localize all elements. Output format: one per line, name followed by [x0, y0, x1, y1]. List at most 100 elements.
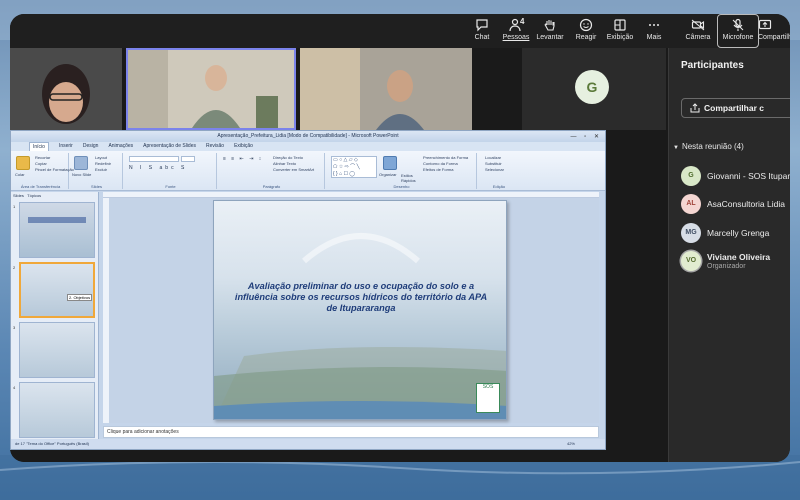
thumb-number: 3 [13, 325, 16, 330]
person-video-image [300, 48, 472, 130]
tab-inserir[interactable]: Inserir [59, 142, 73, 151]
logo-text: SOS [482, 384, 494, 390]
participant-video-tile[interactable] [300, 48, 472, 130]
participant-name: Giovanni - SOS Itupara [707, 171, 790, 181]
tab-topicos[interactable]: Tópicos [27, 193, 41, 198]
microphone-label: Microfone [722, 34, 754, 41]
paste-label: Colar [15, 172, 25, 177]
slide-canvas: Avaliação preliminar do uso e ocupação d… [109, 198, 599, 423]
slide-thumbnail[interactable] [19, 322, 95, 378]
participant-role: Organizador [707, 263, 746, 270]
smartart-button[interactable]: Converter em SmartArt [271, 167, 314, 173]
ppt-status-bar: de 17 "Tema do Office" Português (Brasil… [11, 439, 605, 449]
camera-button[interactable]: Câmera [678, 15, 718, 47]
avatar: VO [681, 251, 701, 271]
slide-title: Avaliação preliminar do uso e ocupação d… [234, 281, 488, 313]
ppt-ribbon-tabs: Início Inserir Design Animações Apresent… [11, 142, 605, 151]
tab-design[interactable]: Design [83, 142, 99, 151]
slide-thumbnail[interactable] [19, 382, 95, 438]
participant-video-tile[interactable] [10, 48, 122, 130]
avatar: AL [681, 194, 701, 214]
raise-hand-button[interactable]: Levantar [530, 15, 570, 47]
arrange-icon[interactable] [383, 156, 397, 170]
font-format-icons[interactable]: N I S abc S [129, 165, 187, 171]
thumbnail-tabs: Slides Tópicos [11, 192, 98, 200]
sos-logo: SOS [476, 383, 500, 413]
font-group: N I S abc S Fonte [125, 153, 217, 189]
notes-field[interactable]: Clique para adicionar anotações [103, 426, 599, 438]
editing-group: Localizar Substituir Selecionar Edição [479, 153, 519, 189]
delete-button[interactable]: Excluir [93, 167, 111, 173]
slide-thumbnail-selected[interactable]: 2. Objetivos [19, 262, 95, 318]
drawing-group-label: Desenho [393, 184, 410, 189]
ppt-ribbon: Colar Recortar Copiar Pincel de Formataç… [11, 151, 605, 191]
share-invite-button[interactable]: Compartilhar c [681, 98, 790, 118]
share-invite-label: Compartilhar c [704, 103, 764, 113]
new-slide-label: Novo Slide [72, 172, 92, 177]
paragraph-list-icons[interactable]: ≡ ≡ ⇤ ⇥ ↕ [223, 156, 263, 162]
format-painter-button[interactable]: Pincel de Formatação [33, 167, 74, 173]
avatar: G [681, 166, 701, 186]
tab-revisao[interactable]: Revisão [206, 142, 224, 151]
shared-powerpoint-window: Apresentação_Prefeitura_Lidia [Modo de C… [10, 130, 606, 450]
ppt-title-bar: Apresentação_Prefeitura_Lidia [Modo de C… [11, 131, 605, 142]
zoom-level[interactable]: 42% [567, 439, 575, 449]
select-button[interactable]: Selecionar [483, 167, 504, 173]
more-button[interactable]: Mais [634, 15, 674, 47]
people-count-badge: 4 [520, 17, 525, 26]
hand-icon [530, 16, 570, 34]
participant-name: Marcelly Grenga [707, 228, 770, 238]
person-video-image [10, 48, 122, 130]
font-size-select[interactable] [181, 156, 195, 162]
meeting-toolbar: Chat 4 Pessoas Levantar Reagir Exibição … [10, 14, 790, 48]
share-icon [690, 103, 700, 113]
tab-slides[interactable]: Slides [13, 193, 24, 198]
clipboard-group-label: Área de Transferência [20, 184, 61, 189]
paragraph-group: ≡ ≡ ⇤ ⇥ ↕ Direção do Texto Alinhar Texto… [219, 153, 325, 189]
more-label: Mais [646, 34, 662, 41]
font-group-label: Fonte [165, 184, 176, 189]
slide-thumbnails-pane: Slides Tópicos 1 2 2. Objetivos 3 4 [11, 192, 99, 439]
tab-animacoes[interactable]: Animações [108, 142, 133, 151]
raise-hand-label: Levantar [536, 34, 564, 41]
font-family-select[interactable] [129, 156, 179, 162]
person-video-image [128, 50, 294, 128]
more-icon [634, 16, 674, 34]
meeting-stage: G Apresentação_Prefeitura_Lidia [Modo de… [10, 48, 668, 462]
share-screen-icon [758, 16, 790, 34]
microphone-button[interactable]: Microfone [717, 14, 759, 48]
new-slide-icon[interactable] [74, 156, 88, 170]
tab-apresentacao[interactable]: Apresentação de Slides [143, 142, 196, 151]
drawing-group: ▭ ○ △ ▱ ◇ ⬠ ☆ ⇨ ⌒ ╲{ } ⌂ ☐ ◯ Organizar Es… [327, 153, 477, 189]
participant-row[interactable]: VO Viviane Oliveira Organizador [681, 251, 790, 273]
participant-row[interactable]: MG Marcelly Grenga [681, 223, 790, 245]
arrange-label: Organizar [379, 172, 397, 177]
camera-off-icon [678, 16, 718, 34]
in-meeting-section[interactable]: ▼ Nesta reunião (4) [673, 142, 744, 151]
share-screen-button[interactable]: Compartilhar [758, 15, 790, 47]
slide-thumbnail[interactable] [19, 202, 95, 258]
status-text: de 17 "Tema do Office" Português (Brasil… [15, 441, 89, 446]
participant-row[interactable]: AL AsaConsultoria Lidia [681, 194, 790, 216]
shapes-gallery[interactable]: ▭ ○ △ ▱ ◇ ⬠ ☆ ⇨ ⌒ ╲{ } ⌂ ☐ ◯ [331, 156, 377, 178]
current-slide[interactable]: Avaliação preliminar do uso e ocupação d… [213, 200, 507, 420]
participant-row[interactable]: G Giovanni - SOS Itupara [681, 166, 790, 188]
ppt-window-title: Apresentação_Prefeitura_Lidia [Modo de C… [217, 133, 399, 139]
camera-label: Câmera [685, 34, 711, 41]
shape-effects-button[interactable]: Efeitos de Forma [421, 167, 468, 173]
quick-styles-label: Estilos Rápidos [401, 173, 416, 183]
section-label: Nesta reunião (4) [681, 142, 744, 151]
tab-inicio[interactable]: Início [29, 142, 49, 151]
window-controls-icon: — ▫ ✕ [570, 134, 602, 140]
participants-panel: Participantes Compartilhar c ▼ Nesta reun… [668, 48, 790, 462]
ppt-workspace: Slides Tópicos 1 2 2. Objetivos 3 4 Aval… [11, 192, 605, 439]
mic-off-icon [718, 16, 758, 34]
slides-group: Novo Slide Layout Redefinir Excluir Slid… [71, 153, 123, 189]
active-speaker-video-tile[interactable] [126, 48, 296, 130]
tab-exibicao[interactable]: Exibição [234, 142, 253, 151]
editing-group-label: Edição [492, 184, 506, 189]
thumb-number: 1 [13, 204, 16, 209]
chevron-down-icon: ▼ [673, 145, 679, 151]
paste-icon[interactable] [16, 156, 30, 170]
paragraph-group-label: Parágrafo [262, 184, 281, 189]
